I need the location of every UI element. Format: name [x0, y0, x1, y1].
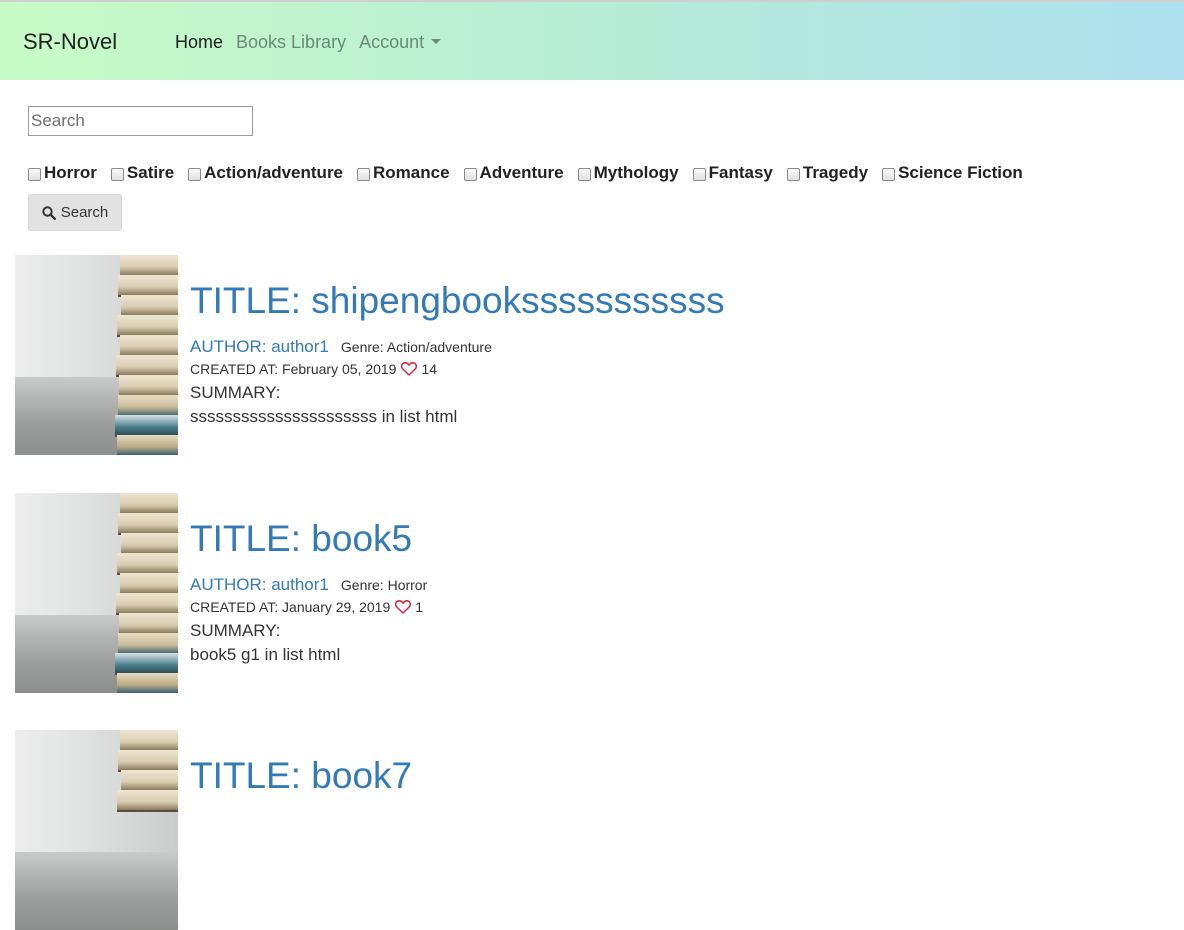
checkbox[interactable]: [357, 168, 371, 181]
book-genre: Genre: Horror: [340, 577, 428, 593]
checkbox[interactable]: [28, 168, 41, 181]
nav-home[interactable]: Home: [175, 31, 223, 53]
heart-icon[interactable]: [401, 362, 418, 376]
genre-filter-satire[interactable]: Satire: [110, 163, 175, 183]
checkbox[interactable]: [882, 168, 896, 181]
summary-label: SUMMARY:: [190, 621, 281, 640]
search-icon: [42, 205, 56, 220]
book-summary: ssssssssssssssssssssss in list html: [190, 407, 458, 426]
genre-filter-action-adventure[interactable]: Action/adventure: [188, 163, 343, 183]
book-list-item: TITLE: book5 AUTHOR: author1 Genre: Horr…: [15, 493, 1165, 693]
genre-label: Science Fiction: [898, 163, 1023, 182]
checkbox[interactable]: [188, 168, 202, 181]
nav-links: Home Books Library Account: [175, 31, 454, 53]
book-list-item: TITLE: book7: [15, 730, 1165, 930]
genre-label: Tragedy: [802, 163, 869, 182]
genre-filter-tragedy[interactable]: Tragedy: [786, 163, 869, 183]
genre-label: Horror: [44, 163, 97, 182]
checkbox[interactable]: [786, 168, 800, 181]
heart-icon[interactable]: [395, 600, 412, 614]
book-cover-image[interactable]: [15, 255, 178, 455]
book-author-link[interactable]: AUTHOR: author1: [190, 575, 329, 595]
book-title-link[interactable]: TITLE: shipengbooksssssssssss: [190, 281, 725, 321]
genre-label: Fantasy: [708, 163, 773, 182]
book-title-link[interactable]: TITLE: book5: [190, 519, 412, 559]
book-author-link[interactable]: AUTHOR: author1: [190, 337, 329, 357]
book-summary: book5 g1 in list html: [190, 645, 341, 664]
book-list-item: TITLE: shipengbooksssssssssss AUTHOR: au…: [15, 255, 1165, 455]
book-cover-image[interactable]: [15, 730, 178, 930]
book-like-count: 1: [415, 599, 424, 615]
book-created-at: CREATED AT: January 29, 2019: [190, 599, 391, 615]
nav-account-dropdown[interactable]: Account: [359, 31, 442, 53]
search-button[interactable]: Search: [28, 194, 122, 231]
genre-filter-list: Horror Satire Action/adventure Romance A…: [28, 163, 1037, 183]
book-created-at: CREATED AT: February 05, 2019: [190, 361, 397, 377]
genre-label: Action/adventure: [204, 163, 344, 182]
nav-account-label: Account: [359, 32, 425, 52]
search-button-label: Search: [60, 204, 109, 221]
nav-books-library[interactable]: Books Library: [236, 31, 346, 53]
genre-filter-romance[interactable]: Romance: [357, 163, 450, 183]
genre-label: Satire: [126, 163, 175, 182]
book-cover-image[interactable]: [15, 493, 178, 693]
caret-down-icon: [431, 38, 442, 44]
checkbox[interactable]: [463, 168, 477, 181]
genre-filter-science-fiction[interactable]: Science Fiction: [882, 163, 1023, 183]
genre-filter-fantasy[interactable]: Fantasy: [692, 163, 773, 183]
genre-filter-adventure[interactable]: Adventure: [463, 163, 564, 183]
navbar: SR-Novel Home Books Library Account: [0, 2, 1184, 80]
summary-label: SUMMARY:: [190, 383, 281, 402]
checkbox[interactable]: [692, 168, 706, 181]
genre-label: Romance: [373, 163, 450, 182]
genre-filter-mythology[interactable]: Mythology: [577, 163, 679, 183]
genre-label: Mythology: [593, 163, 679, 182]
book-genre: Genre: Action/adventure: [340, 339, 492, 355]
search-input[interactable]: [28, 106, 253, 136]
book-title-link[interactable]: TITLE: book7: [190, 756, 412, 796]
genre-label: Adventure: [479, 163, 564, 182]
checkbox[interactable]: [110, 168, 124, 181]
checkbox[interactable]: [577, 168, 591, 181]
genre-filter-horror[interactable]: Horror: [28, 163, 97, 183]
book-like-count: 14: [421, 361, 438, 377]
brand-logo[interactable]: SR-Novel: [23, 29, 117, 55]
